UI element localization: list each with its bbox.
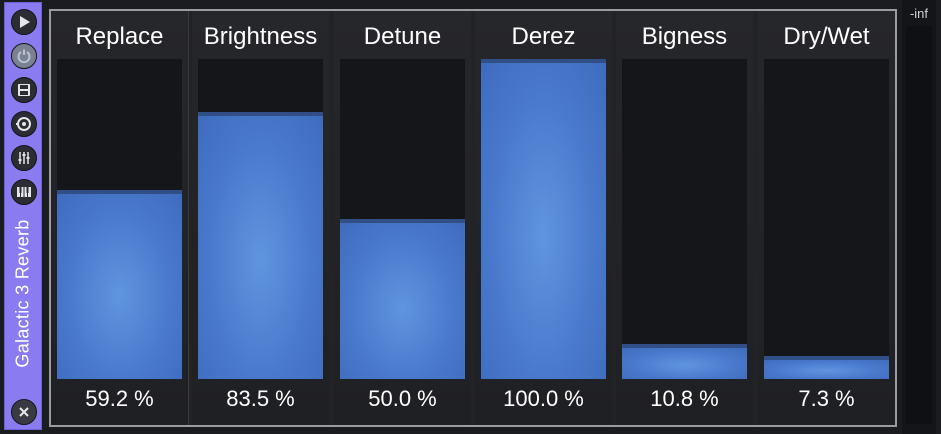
meter-bar — [906, 26, 932, 424]
divider — [188, 11, 189, 425]
play-icon — [20, 16, 30, 28]
save-button[interactable] — [11, 77, 37, 103]
slider-replace: Replace 59.2 % — [51, 11, 188, 425]
slider-track[interactable] — [764, 59, 889, 379]
slider-value: 7.3 % — [798, 386, 855, 411]
plugin-name: Galactic 3 Reverb — [12, 218, 33, 368]
slider-label: Bigness — [641, 23, 728, 50]
close-icon — [19, 407, 29, 417]
save-icon — [18, 84, 30, 96]
power-icon — [17, 49, 31, 64]
slider-value: 50.0 % — [368, 386, 437, 411]
slider-value: 10.8 % — [650, 386, 719, 411]
slider-value: 59.2 % — [85, 386, 154, 411]
slider-track[interactable] — [481, 59, 606, 379]
mixer-icon — [18, 152, 30, 164]
play-button[interactable] — [11, 9, 37, 35]
slider-value: 83.5 % — [226, 386, 295, 411]
slider-label: Brightness — [203, 23, 318, 50]
plugin-strip: Galactic 3 Reverb — [4, 2, 42, 430]
power-button[interactable] — [11, 43, 37, 69]
slider-value: 100.0 % — [503, 386, 584, 411]
parameter-panel: Replace 59.2 % Brightness 83.5 % Detune … — [49, 9, 897, 427]
slider-label: Detune — [363, 23, 442, 50]
close-button[interactable] — [11, 399, 37, 425]
meter-label: -inf — [909, 6, 929, 21]
slider-fill — [340, 219, 465, 379]
slider-dry-wet: Dry/Wet 7.3 % — [758, 11, 895, 425]
mixer-button[interactable] — [11, 145, 37, 171]
slider-track[interactable] — [622, 59, 747, 379]
sync-button[interactable] — [11, 111, 37, 137]
slider-fill — [481, 59, 606, 379]
slider-brightness: Brightness 83.5 % — [192, 11, 329, 425]
slider-label: Dry/Wet — [783, 23, 870, 50]
sync-icon — [16, 117, 31, 131]
plugin-name-container: Galactic 3 Reverb — [5, 193, 41, 393]
slider-bigness: Bigness 10.8 % — [616, 11, 753, 425]
slider-detune: Detune 50.0 % — [334, 11, 471, 425]
slider-label: Derez — [511, 23, 576, 50]
plugin-window: Galactic 3 Reverb Replace 59.2 % Brightn… — [0, 0, 941, 434]
slider-track[interactable] — [198, 59, 323, 379]
output-meter: -inf — [902, 0, 936, 434]
slider-track[interactable] — [57, 59, 182, 379]
slider-fill — [198, 111, 323, 379]
slider-track[interactable] — [340, 59, 465, 379]
slider-fill — [57, 189, 182, 379]
slider-fill — [764, 355, 889, 379]
slider-fill — [622, 344, 747, 379]
slider-label: Replace — [75, 23, 164, 50]
slider-derez: Derez 100.0 % — [475, 11, 612, 425]
